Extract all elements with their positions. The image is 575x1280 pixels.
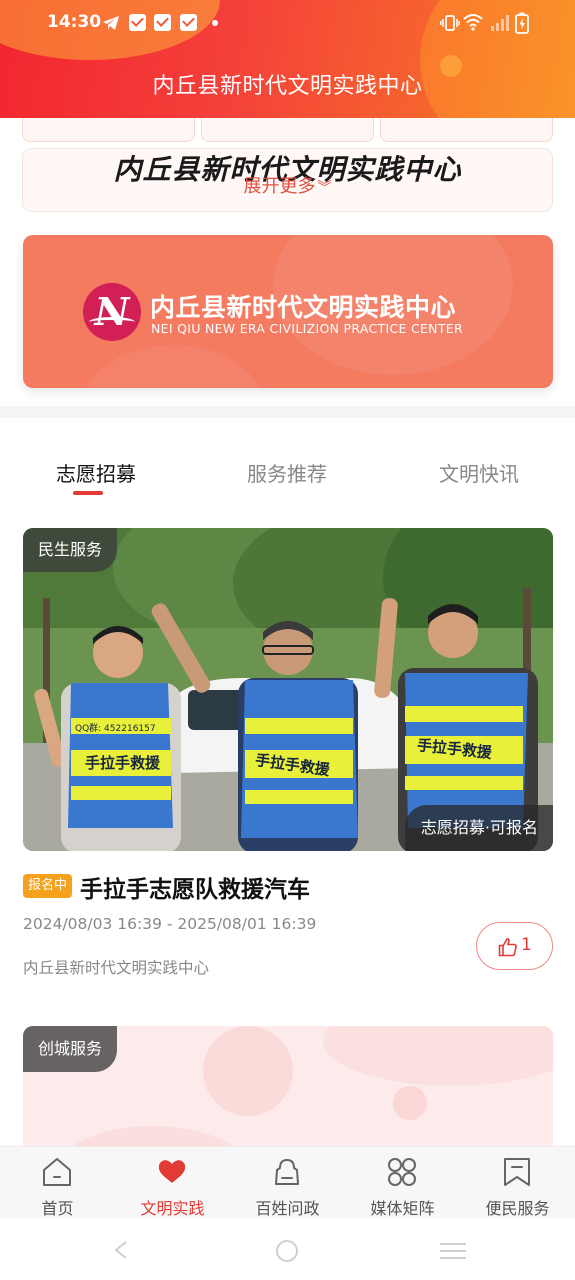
tab-civilization-news[interactable]: 文明快讯 [439,458,519,487]
activity-image[interactable]: 手拉手救援 手拉手救援 手拉手救援 QQ群: 452216157 民生服务 志愿… [23,528,553,851]
center-logo-icon: N [83,283,141,341]
bookmark-icon [504,1158,530,1186]
vest-qq-text: QQ群: 452216157 [75,724,156,734]
people-icon [275,1159,299,1185]
tab-volunteer-recruitment[interactable]: 志愿招募 [56,458,136,487]
expand-more-label: 展开更多 [243,176,316,197]
like-button[interactable]: 1 [476,922,553,970]
banner-subtitle: NEI QIU NEW ERA CIVILIZION PRACTICE CENT… [151,321,463,336]
notification-icon [154,14,171,31]
status-badge: 报名中 [23,874,73,898]
section-divider [0,406,575,418]
status-bar: 14:30 [0,0,575,48]
nav-home[interactable]: 首页 [0,1147,115,1219]
home-icon [43,1158,71,1186]
activity-title-row[interactable]: 报名中 手拉手志愿队救援汽车 [23,870,553,904]
vest-text-1: 手拉手救援 [85,754,161,772]
service-grid-collapsed [22,108,553,144]
like-count: 1 [521,935,532,955]
heart-hands-icon [158,1160,186,1186]
expand-more-button[interactable]: 展开更多 ︾ [0,172,575,198]
home-circle-icon[interactable] [275,1239,299,1263]
nav-public-inquiry[interactable]: 百姓问政 [230,1147,345,1219]
grid-icon [388,1158,416,1186]
notification-icon [129,14,146,31]
banner-title: 内丘县新时代文明实践中心 [150,293,457,322]
content-tabs: 志愿招募 服务推荐 文明快讯 [0,440,575,500]
thumbs-up-icon [498,938,517,957]
more-notifications-icon [212,20,218,26]
center-banner[interactable]: N 内丘县新时代文明实践中心 NEI QIU NEW ERA CIVILIZIO… [23,235,553,388]
volunteers-photo [23,528,553,851]
recents-menu-icon[interactable] [440,1242,466,1260]
activity-card-2[interactable]: 创城服务 [23,1026,553,1156]
activity-title[interactable]: 手拉手志愿队救援汽车 [80,870,310,904]
app-header: 14:30 内丘县新时代文明实践中心 [0,0,575,118]
nav-label: 首页 [41,1199,74,1218]
nav-media-matrix[interactable]: 媒体矩阵 [345,1147,460,1219]
nav-convenience-services[interactable]: 便民服务 [460,1147,575,1219]
category-tag: 民生服务 [23,528,118,572]
banner-decoration [83,345,263,388]
notification-icon [180,14,197,31]
telegram-icon [103,16,119,30]
active-tab-indicator [73,491,103,495]
bottom-navigation: 首页 文明实践 百姓问政 媒体矩阵 便民服务 [0,1146,575,1218]
recruitment-status-tag: 志愿招募·可报名 [404,805,553,851]
signal-icon [491,15,509,31]
battery-charging-icon [515,12,529,34]
nav-label: 百姓问政 [255,1199,320,1218]
status-time: 14:30 [47,12,102,32]
back-icon[interactable] [112,1240,130,1260]
nav-civilization-practice[interactable]: 文明实践 [115,1147,230,1219]
top-section: 内丘县新时代文明实践中心 展开更多 ︾ N 内丘县新时代文明实践中心 NEI QI… [0,108,575,418]
category-tag: 创城服务 [23,1026,118,1072]
nav-label: 便民服务 [485,1199,550,1218]
activity-date-range: 2024/08/03 16:39 - 2025/08/01 16:39 [23,915,317,933]
wifi-icon [463,14,483,31]
tab-service-recommend[interactable]: 服务推荐 [247,458,327,487]
double-chevron-down-icon: ︾ [317,180,332,196]
activity-organizer: 内丘县新时代文明实践中心 [23,959,210,977]
nav-label: 媒体矩阵 [370,1199,435,1218]
system-navigation-bar [0,1218,575,1280]
vibrate-icon [440,15,460,31]
page-title: 内丘县新时代文明实践中心 [152,74,423,99]
nav-label: 文明实践 [140,1199,205,1218]
